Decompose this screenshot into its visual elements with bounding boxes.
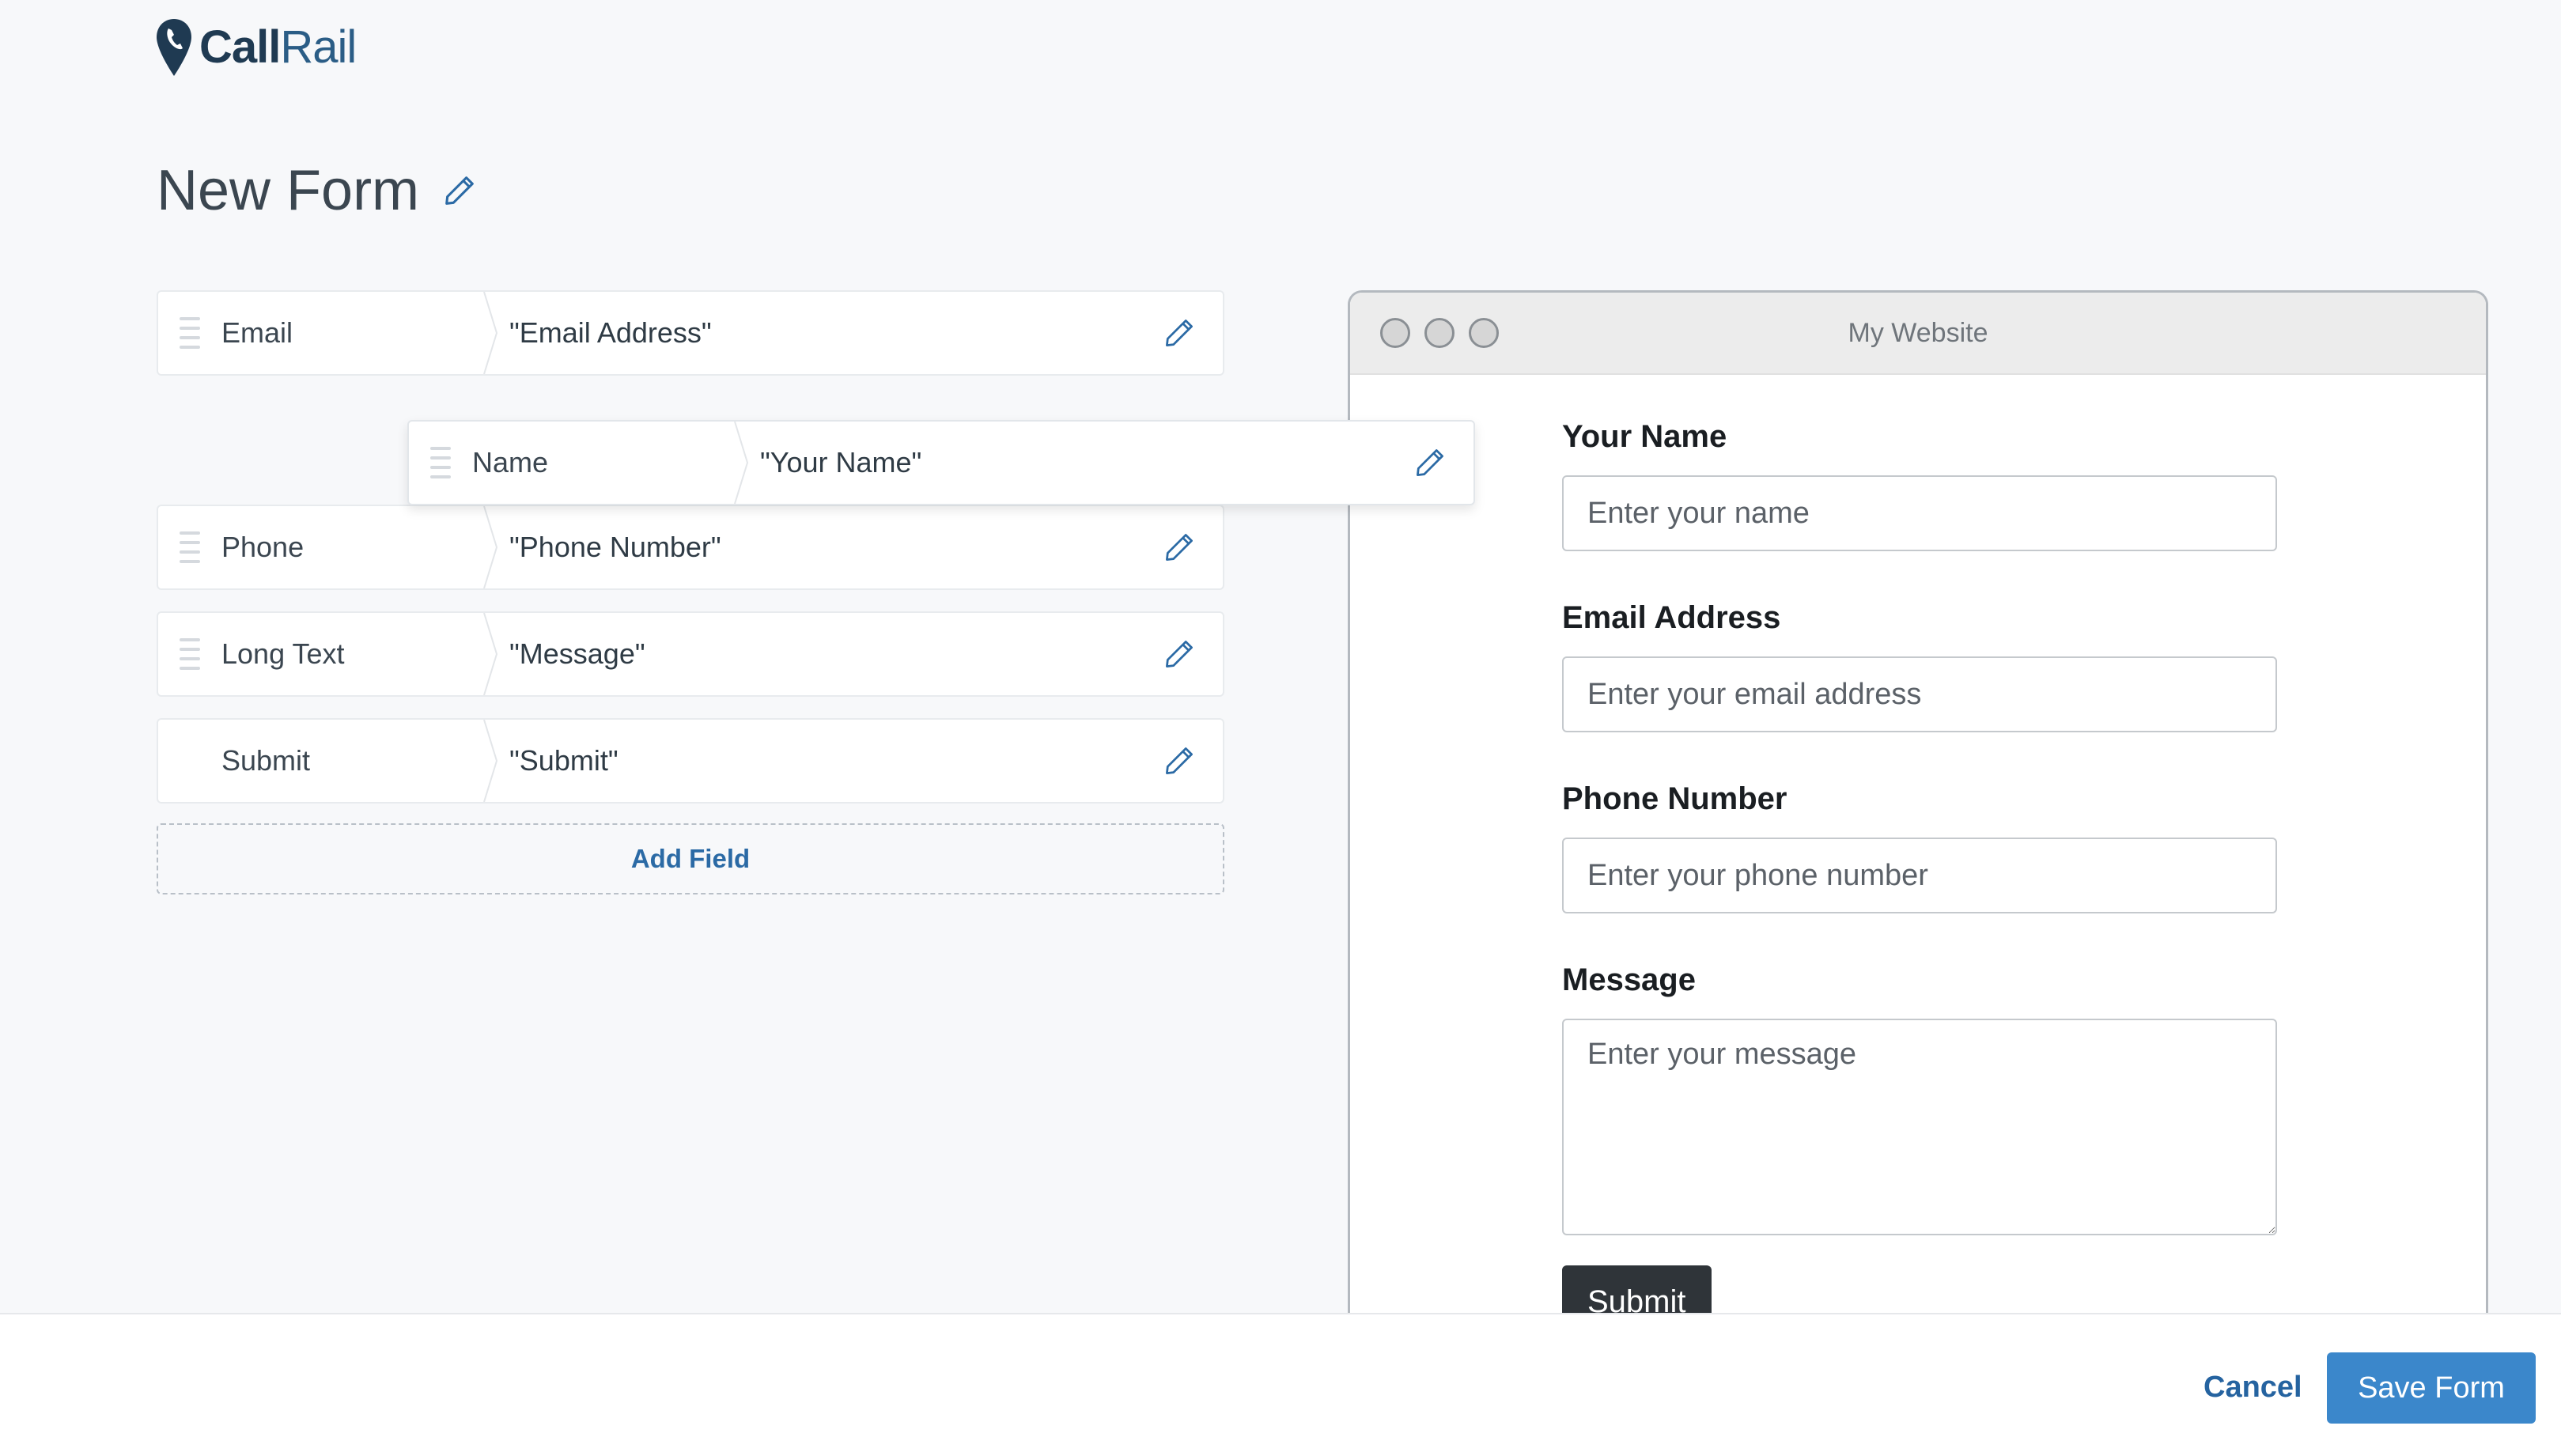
field-row-phone[interactable]: Phone "Phone Number": [157, 505, 1224, 590]
message-label: Message: [1562, 962, 1696, 997]
drag-handle-placeholder: [158, 720, 221, 802]
drag-handle-icon[interactable]: [158, 292, 221, 374]
field-label: "Message": [509, 637, 645, 670]
edit-field-pencil-icon[interactable]: [1136, 720, 1223, 802]
window-maximize-icon[interactable]: [1469, 318, 1499, 348]
drag-handle-icon[interactable]: [158, 613, 221, 695]
edit-field-pencil-icon[interactable]: [1136, 613, 1223, 695]
field-label: "Phone Number": [509, 531, 721, 563]
callrail-logo: CallRail: [155, 17, 357, 78]
browser-window-title: My Website: [1848, 317, 1988, 348]
location-pin-icon: [157, 19, 191, 76]
window-controls: [1380, 318, 1499, 348]
chevron-divider: [482, 292, 501, 374]
preview-submit-button[interactable]: Submit: [1562, 1265, 1712, 1318]
field-row-name-dragging[interactable]: Name "Your Name": [407, 420, 1475, 505]
field-type: Email: [221, 316, 293, 349]
field-type: Phone: [221, 531, 305, 563]
edit-title-pencil-icon[interactable]: [441, 172, 478, 209]
page-title-row: New Form: [157, 158, 478, 223]
email-label: Email Address: [1562, 600, 1781, 635]
edit-field-pencil-icon[interactable]: [1136, 292, 1223, 374]
cancel-button[interactable]: Cancel: [2183, 1352, 2323, 1422]
save-form-button[interactable]: Save Form: [2327, 1352, 2536, 1424]
window-close-icon[interactable]: [1380, 318, 1410, 348]
name-input[interactable]: [1562, 475, 2277, 551]
website-preview-window: My Website Your Name Email Address Phone…: [1348, 290, 2488, 1318]
field-label: "Submit": [509, 744, 618, 777]
edit-field-pencil-icon[interactable]: [1386, 422, 1473, 504]
logo-text-call: Call: [199, 21, 281, 73]
field-type: Long Text: [221, 637, 345, 670]
name-label: Your Name: [1562, 419, 1727, 454]
field-row-long-text[interactable]: Long Text "Message": [157, 611, 1224, 697]
chevron-divider: [482, 720, 501, 802]
drag-handle-icon[interactable]: [409, 422, 472, 504]
preview-form: Your Name Email Address Phone Number Mes…: [1562, 419, 2277, 1318]
chevron-divider: [482, 613, 501, 695]
add-field-button[interactable]: Add Field: [157, 823, 1224, 894]
drag-handle-icon[interactable]: [158, 506, 221, 588]
chevron-divider: [733, 422, 752, 504]
field-row-submit[interactable]: Submit "Submit": [157, 718, 1224, 804]
field-type: Name: [472, 446, 549, 478]
phone-input[interactable]: [1562, 838, 2277, 913]
field-type: Submit: [221, 744, 311, 777]
message-textarea[interactable]: [1562, 1019, 2277, 1235]
footer-bar: Cancel Save Form: [0, 1313, 2561, 1456]
page-title: New Form: [157, 159, 420, 222]
browser-title-bar: My Website: [1350, 293, 2486, 375]
logo-text-rail: Rail: [280, 21, 357, 73]
field-row-email[interactable]: Email "Email Address": [157, 290, 1224, 376]
window-minimize-icon[interactable]: [1424, 318, 1455, 348]
chevron-divider: [482, 506, 501, 588]
field-label: "Your Name": [760, 446, 922, 478]
edit-field-pencil-icon[interactable]: [1136, 506, 1223, 588]
field-label: "Email Address": [509, 316, 712, 349]
phone-label: Phone Number: [1562, 781, 1787, 816]
logo-wordmark: CallRail: [199, 25, 357, 70]
email-input[interactable]: [1562, 656, 2277, 732]
